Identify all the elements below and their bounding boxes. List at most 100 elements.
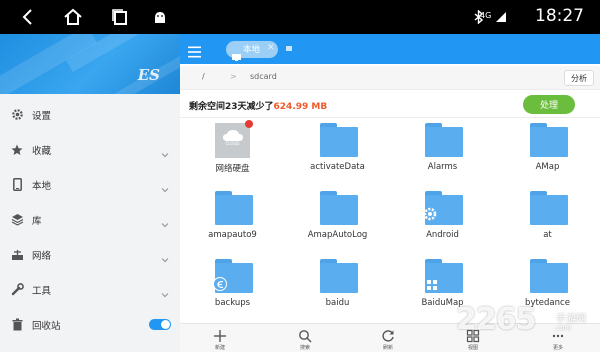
file-name: Alarms [427,162,458,172]
folder-item[interactable]: Android [390,186,495,254]
sidebar-item-settings[interactable]: 设置 [0,97,180,132]
new-window-icon[interactable] [286,46,292,51]
path-root[interactable]: / [202,72,205,81]
folder-icon [425,259,463,293]
folder-item[interactable]: AmapAutoLog [285,186,390,254]
folder-icon [423,191,463,225]
path-current[interactable]: sdcard [250,72,277,81]
storage-message: 剩余空间23天减少了624.99 MB [189,99,327,112]
home-icon[interactable] [62,7,84,27]
watermark-number: 2265 [456,302,536,337]
gear-icon [10,108,24,122]
file-name: at [543,230,552,240]
folder-icon [215,191,253,225]
folder-icon [530,191,568,225]
sidebar-item-label: 本地 [32,180,52,192]
toolbar-label: 刷新 [382,345,393,351]
process-button[interactable]: 处理 [523,95,575,114]
toolbar-label: 搜索 [299,345,310,351]
file-grid: CLOUD 网络硬盘 activateData Alarms AMap amap… [180,118,600,323]
chevron-down-icon[interactable] [160,215,170,227]
search-icon [298,328,312,343]
file-item-cloud-drive[interactable]: CLOUD 网络硬盘 [180,118,285,186]
sidebar-header: ES [0,34,180,94]
file-name: backups [214,298,251,308]
star-icon [10,143,24,157]
sidebar-item-recycle-bin[interactable]: 回收站 [0,307,180,342]
tab-label: 本地 [243,45,261,55]
network-icon [10,248,24,262]
folder-item[interactable]: backups [180,254,285,322]
folder-item[interactable]: at [495,186,600,254]
storage-amount: 624.99 MB [273,102,328,112]
notification-dot [245,120,253,128]
sidebar-item-favorites[interactable]: 收藏 [0,132,180,167]
sidebar-item-label: 回收站 [32,320,61,332]
folder-icon [320,123,358,157]
folder-icon [320,191,358,225]
sidebar-item-local[interactable]: 本地 [0,167,180,202]
es-badge-icon [213,277,227,291]
sidebar-item-label: 库 [32,215,42,227]
es-logo: ES [137,66,160,84]
path-bar: / > sdcard 分析 [180,66,600,90]
grid-badge-icon [426,279,438,291]
new-button[interactable]: 新建 [195,324,245,352]
chevron-down-icon[interactable] [160,180,170,192]
chevron-down-icon[interactable] [160,145,170,157]
clock: 18:27 [535,6,584,26]
trash-icon [10,318,24,332]
sidebar-item-network[interactable]: 网络 [0,237,180,272]
wrench-icon [10,283,24,297]
recycle-bin-toggle[interactable] [149,319,171,330]
toggle-knob [161,320,170,329]
sidebar-item-label: 设置 [32,110,52,122]
folder-icon [425,123,463,157]
menu-icon[interactable] [188,43,201,58]
sidebar-item-label: 工具 [32,285,52,297]
file-name: Android [426,230,459,240]
android-icon [152,7,168,27]
recents-icon[interactable] [110,7,130,27]
path-separator: > [230,72,237,81]
refresh-icon [381,328,395,342]
network-type-label: 4G [480,11,492,20]
folder-item[interactable]: amapauto9 [180,186,285,254]
sidebar-item-label: 网络 [32,250,52,262]
close-icon[interactable]: ✕ [267,44,275,53]
sidebar-item-tools[interactable]: 工具 [0,272,180,307]
file-name: activateData [310,162,365,172]
refresh-button[interactable]: 刷新 [363,324,413,352]
signal-icon [494,7,508,27]
cloud-tile-text: CLOUD [225,141,240,146]
sidebar-item-library[interactable]: 库 [0,202,180,237]
toolbar-label: 新建 [214,345,225,351]
chevron-down-icon[interactable] [160,250,170,262]
analyze-button[interactable]: 分析 [564,70,594,86]
chevron-down-icon[interactable] [160,285,170,297]
watermark-domain: .com [554,324,572,332]
cloud-drive-icon: CLOUD [215,120,253,158]
file-name: amapauto9 [208,230,257,240]
folder-item[interactable]: AMap [495,118,600,186]
folder-item[interactable]: activateData [285,118,390,186]
folder-icon [530,123,568,157]
file-name: AmapAutoLog [307,230,368,240]
search-button[interactable]: 搜索 [280,324,330,352]
folder-item[interactable]: Alarms [390,118,495,186]
back-icon[interactable] [20,7,36,27]
plus-icon [213,328,227,342]
file-name: AMap [535,162,560,172]
file-name: 网络硬盘 [215,164,250,174]
watermark-cn: 手游网 [556,314,586,325]
system-bar: 4G 18:27 [0,0,600,34]
folder-item[interactable]: baidu [285,254,390,322]
top-bar: 本地 ✕ [180,34,600,64]
folder-icon [320,259,358,293]
folder-icon [530,259,568,293]
folder-icon [213,259,253,293]
layers-icon [10,213,24,227]
file-name: baidu [325,298,350,308]
storage-banner: 剩余空间23天减少了624.99 MB 处理 [180,91,600,118]
gear-badge-icon [423,207,437,221]
